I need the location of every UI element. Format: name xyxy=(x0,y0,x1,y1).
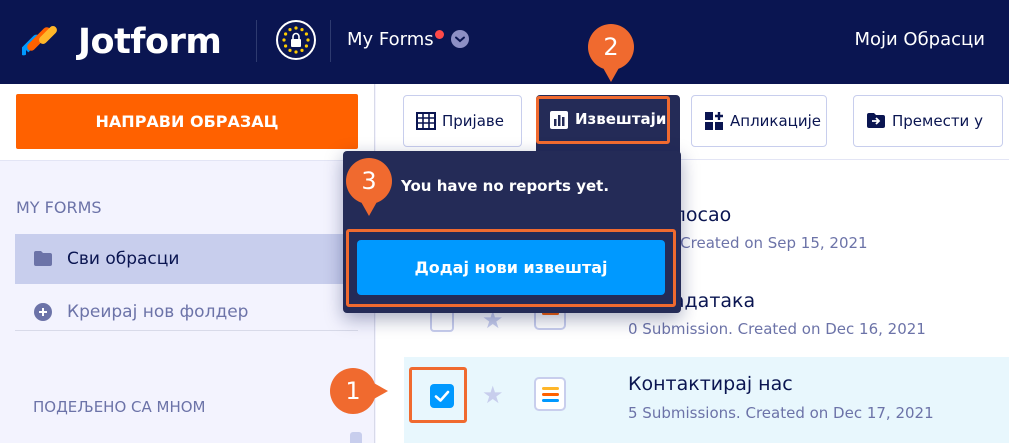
sidebar: НАПРАВИ ОБРАЗАЦ MY FORMS Сви обрасци Кре… xyxy=(0,84,375,443)
apps-label: Апликације xyxy=(730,112,822,130)
sidebar-item-label: Сви обрасци xyxy=(67,249,180,269)
plus-circle-icon xyxy=(33,302,53,322)
sidebar-item-label: Креирај нов фолдер xyxy=(67,302,249,322)
form-title[interactable]: Контактирај нас xyxy=(628,373,793,395)
form-subtitle: 0 Submission. Created on Dec 16, 2021 xyxy=(628,320,926,338)
notification-dot xyxy=(435,30,444,39)
eu-gdpr-lock-icon xyxy=(276,20,316,60)
form-row-selected[interactable]: ★ Контактирај нас 5 Submissions. Created… xyxy=(404,357,1009,443)
apps-button[interactable]: Апликације xyxy=(691,95,827,147)
annotation-highlight-add-report xyxy=(346,229,676,307)
form-subtitle: 5 Submissions. Created on Dec 17, 2021 xyxy=(628,404,934,422)
submissions-label: Пријаве xyxy=(442,112,504,130)
page-title: Моји Обрасци xyxy=(854,29,985,50)
header-divider xyxy=(256,20,257,62)
step-marker-2: 2 xyxy=(588,24,634,82)
apps-grid-plus-icon xyxy=(704,111,724,131)
move-to-button[interactable]: Премести у xyxy=(853,95,1003,147)
move-folder-icon xyxy=(866,112,886,130)
create-form-button[interactable]: НАПРАВИ ОБРАЗАЦ xyxy=(16,94,358,149)
jotform-logo-icon[interactable] xyxy=(22,20,62,60)
move-to-label: Премести у xyxy=(892,112,983,130)
top-header: Jotform My Forms Моји Обрасци xyxy=(0,0,1009,84)
submissions-button[interactable]: Пријаве xyxy=(403,95,522,147)
step-marker-1: 1 xyxy=(330,368,388,414)
folder-icon xyxy=(33,249,53,269)
chevron-down-icon[interactable] xyxy=(451,30,469,48)
sidebar-scrollbar[interactable] xyxy=(350,432,362,443)
annotation-highlight-reports xyxy=(536,96,670,144)
no-reports-message: You have no reports yet. xyxy=(401,177,610,195)
star-icon[interactable]: ★ xyxy=(482,383,504,407)
form-doc-icon xyxy=(534,377,566,411)
annotation-highlight-checkbox xyxy=(409,367,467,423)
header-divider xyxy=(330,20,331,62)
section-title-my-forms: MY FORMS xyxy=(16,198,102,217)
sidebar-top: НАПРАВИ ОБРАЗАЦ xyxy=(0,84,374,161)
step-marker-3: 3 xyxy=(346,158,392,216)
table-grid-icon xyxy=(416,111,436,131)
sidebar-divider xyxy=(15,330,358,331)
brand-name[interactable]: Jotform xyxy=(78,20,222,64)
my-forms-nav[interactable]: My Forms xyxy=(347,28,434,52)
toolbar: Пријаве Извештаји Апликације Премести у xyxy=(376,84,1009,160)
sidebar-item-all-forms[interactable]: Сви обрасци xyxy=(15,234,358,284)
section-title-shared[interactable]: ПОДЕЉЕНО СА МНОМ xyxy=(33,397,206,417)
